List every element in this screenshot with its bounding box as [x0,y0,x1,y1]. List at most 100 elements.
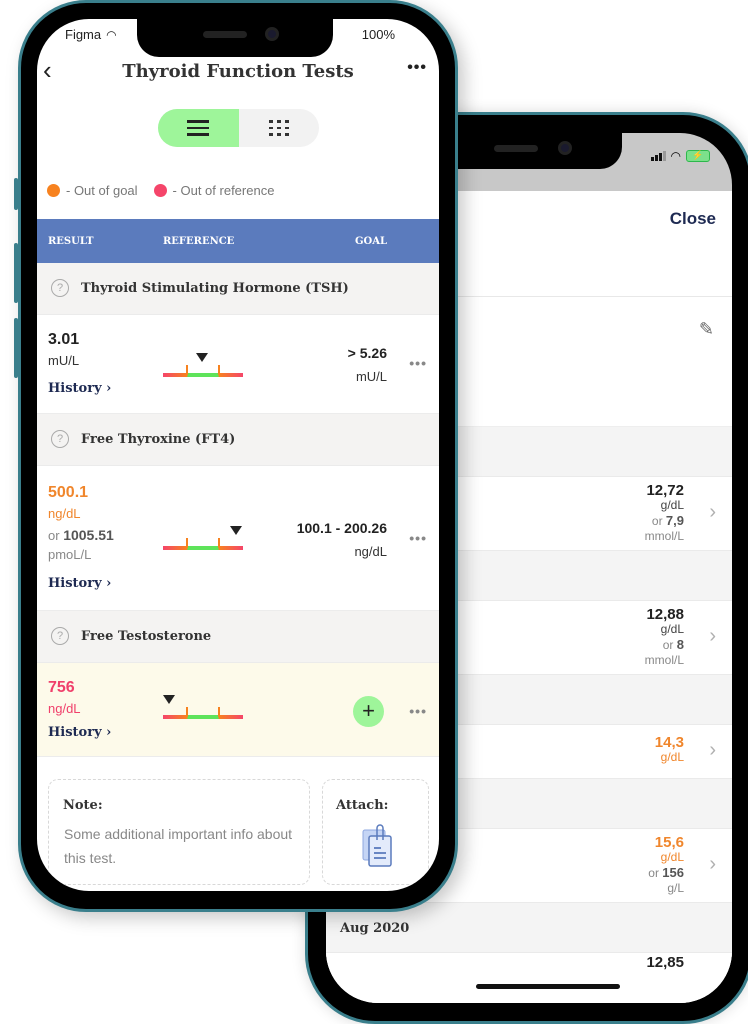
gauge-bar [163,373,243,377]
grid-view-button[interactable] [239,109,320,147]
gauge-tick [218,707,220,717]
test-row: 500.1 ng/dL or 1005.51 pmoL/L History › … [37,466,439,611]
history-values: 14,3 g/dL [655,735,684,765]
result-unit: ng/dL [48,701,81,716]
speaker [203,31,247,38]
chevron-right-icon: › [709,625,716,647]
history-values: 12,72 g/dL or 7,9 mmol/L [645,483,684,544]
result-alt: or 1005.51 [48,527,114,543]
goal-value: > 5.26 [347,345,387,361]
status-bar-left: Figma ◠ [65,27,117,42]
gauge-tick [186,707,188,717]
row-more-icon[interactable]: ••• [409,355,427,371]
history-value: 14,3 [654,734,684,751]
history-link[interactable]: History › [48,725,111,740]
result-value: 3.01 [48,331,80,348]
history-values: 15,6 g/dL or 156 g/L [648,835,684,896]
page-title: Thyroid Function Tests [122,61,354,82]
alt-value: 7,9 [665,513,684,528]
legend: - Out of goal - Out of reference [47,183,274,198]
help-icon[interactable]: ? [51,279,69,297]
test-name: Thyroid Stimulating Hormone (TSH) [81,281,349,296]
alt-unit: mmol/L [644,653,684,667]
history-value: 12,72 [646,482,684,499]
result-unit: mU/L [48,353,80,368]
gauge-marker-icon [163,695,175,704]
test-result: 500.1 ng/dL or 1005.51 pmoL/L [48,484,114,562]
gauge-tick [218,365,220,375]
gauge-bar [163,715,243,719]
test-name: Free Thyroxine (FT4) [81,432,236,447]
help-icon[interactable]: ? [51,627,69,645]
history-value: 15,6 [654,834,684,851]
wifi-icon: ◠ [106,27,117,42]
more-options-icon[interactable]: ••• [407,59,427,77]
alt-prefix: or [648,866,659,880]
pencil-icon[interactable]: ✎ [699,319,714,340]
history-link[interactable]: History › [48,381,111,396]
history-unit: g/dL [660,622,684,636]
alt-prefix: or [48,528,60,543]
legend-out-of-goal: - Out of goal [47,183,138,198]
history-alt: or 156 [648,865,684,881]
carrier-label: Figma [65,27,102,42]
gauge-bar [163,546,243,550]
note-label: Note: [63,798,103,813]
camera [265,27,279,41]
test-name: Free Testosterone [81,629,212,644]
history-value: 12,85 [646,954,684,971]
gauge-tick [186,538,188,548]
test-row: 756 ng/dL History › + ••• [37,663,439,757]
alt-unit: mmol/L [644,529,684,543]
reference-gauge [163,691,245,721]
chevron-right-icon: › [709,739,716,761]
side-button [14,178,18,210]
reference-gauge [163,349,245,379]
front-phone-screen: Figma ◠ 100% ‹ Thyroid Function Tests ••… [37,19,439,891]
row-more-icon[interactable]: ••• [409,703,427,719]
help-icon[interactable]: ? [51,430,69,448]
test-result: 756 ng/dL [48,679,81,716]
signal-icon [650,151,666,161]
note-box[interactable]: Note: Some additional important info abo… [48,779,310,885]
result-value: 500.1 [48,484,89,501]
test-section-header: ? Thyroid Stimulating Hormone (TSH) [37,263,439,315]
test-section-header: ? Free Testosterone [37,611,439,663]
attach-button[interactable]: Attach: [322,779,429,885]
view-toggle [158,109,319,147]
alt-unit: pmoL/L [48,547,92,562]
front-phone-notch [137,19,333,57]
column-result: RESULT [48,236,94,247]
speaker [494,145,538,152]
test-result: 3.01 mU/L [48,331,79,368]
gauge-marker-icon [196,353,208,362]
close-button[interactable]: Close [670,209,716,229]
add-goal-button[interactable]: + [353,696,384,727]
column-goal: GOAL [355,236,388,247]
list-view-button[interactable] [158,109,239,147]
test-section-header: ? Free Thyroxine (FT4) [37,414,439,466]
date-band-label: Aug 2020 [340,921,410,936]
row-more-icon[interactable]: ••• [409,530,427,546]
history-values: 12,88 g/dL or 8 mmol/L [645,607,684,668]
nav-bar: ‹ Thyroid Function Tests ••• [37,55,439,91]
attach-label: Attach: [336,798,389,813]
history-unit: g/dL [660,498,684,512]
alt-value: 156 [662,865,684,880]
reference-gauge [163,522,245,552]
history-value: 12,88 [646,606,684,623]
home-indicator [476,984,620,989]
legend-out-of-reference: - Out of reference [153,183,274,198]
history-row[interactable]: 12,85 [326,953,732,1003]
history-link[interactable]: History › [48,576,111,591]
history-unit: g/dL [660,750,684,764]
legend-label: - Out of goal [66,183,138,198]
alt-value: 8 [676,637,684,652]
table-header: RESULT REFERENCE GOAL [37,219,439,263]
gauge-marker-icon [230,526,242,535]
test-goal: 100.1 - 200.26 ng/dL [297,520,387,559]
list-icon [187,116,210,140]
goal-unit: mU/L [355,369,387,384]
note-text: Some additional important info about thi… [64,826,293,866]
tests-list: ? Thyroid Stimulating Hormone (TSH) 3.01… [37,263,439,757]
